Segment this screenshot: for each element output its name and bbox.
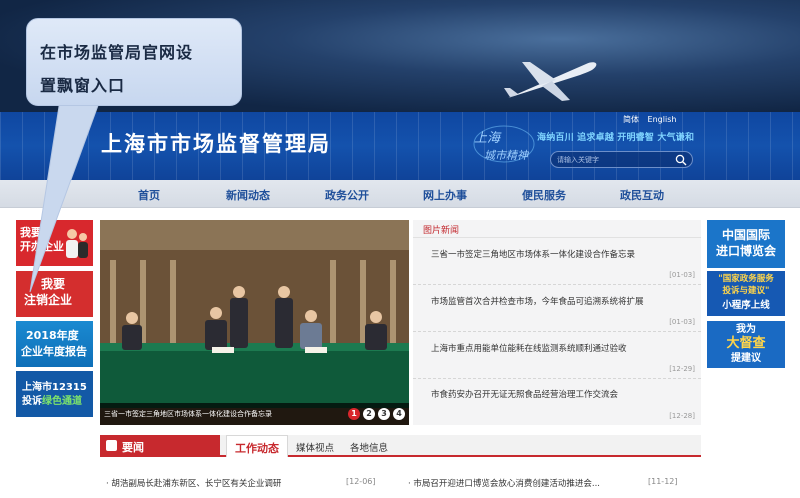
- ad-12315-complaint[interactable]: 上海市12315 投诉绿色通道: [16, 371, 93, 417]
- main-nav: 首页 新闻动态 政务公开 网上办事 便民服务 政民互动: [0, 180, 800, 208]
- news-link[interactable]: · 市局召开迎进口博览会放心消费创建活动推进会...: [408, 477, 600, 489]
- list-item[interactable]: 市食药安办召开无证无照食品经营治理工作交流会 [12-28]: [413, 379, 701, 425]
- ad-line: 企业年度报告: [21, 345, 87, 358]
- nav-home[interactable]: 首页: [138, 187, 160, 203]
- headline-section-tab[interactable]: 要闻: [100, 435, 220, 457]
- search-icon[interactable]: [675, 154, 687, 166]
- nav-news[interactable]: 新闻动态: [226, 187, 270, 203]
- list-item[interactable]: 上海市重点用能单位能耗在线监测系统顺利通过验收 [12-29]: [413, 333, 701, 379]
- ad-line: 开办企业: [20, 240, 64, 253]
- slide-caption-bar: 三省一市签定三角地区市场体系一体化建设合作备忘录 1 2 3 4: [100, 403, 409, 425]
- picture-news-title: 图片新闻: [423, 226, 460, 236]
- list-item[interactable]: 市场监管首次合并检查市场，今年食品可追溯系统将扩展 [01-03]: [413, 286, 701, 332]
- slide-dot-2[interactable]: 2: [363, 408, 375, 420]
- lang-english-link[interactable]: English: [648, 115, 677, 124]
- city-spirit-logo-icon: 上海 城市精神: [473, 125, 535, 163]
- news-date: [01-03]: [669, 318, 695, 326]
- ad-line: 注销企业: [24, 293, 73, 307]
- news-row-text: 市局召开迎进口博览会放心消费创建活动推进会...: [413, 479, 601, 489]
- ad-line: 大督查: [726, 336, 766, 351]
- language-switch: 简体 English: [623, 114, 682, 125]
- nav-interaction[interactable]: 政民互动: [620, 187, 664, 203]
- headline-section-label: 要闻: [122, 441, 144, 454]
- news-date: [12-28]: [669, 412, 695, 420]
- ad-close-business[interactable]: 我要 注销企业: [16, 271, 93, 317]
- annotation-line: 在市场监管局官网设: [40, 43, 194, 62]
- annotation-line: 置飘窗入口: [40, 76, 126, 95]
- news-tabs: 要闻 工作动态 媒体视点 各地信息: [100, 435, 701, 457]
- news-date: [12-06]: [346, 477, 376, 486]
- page: 上海市市场监督管理局 简体 English 上海 城市精神 海纳百川 追求卓越 …: [0, 0, 800, 498]
- search-input[interactable]: [557, 154, 672, 166]
- ad-line: 提建议: [731, 353, 761, 364]
- tab-local-info[interactable]: 各地信息: [350, 440, 388, 454]
- slide-dot-3[interactable]: 3: [378, 408, 390, 420]
- svg-text:城市精神: 城市精神: [484, 149, 530, 162]
- ad-line: 2018年度: [26, 329, 79, 342]
- site-title: 上海市市场监督管理局: [101, 132, 331, 156]
- picture-news-panel: 图片新闻 三省一市签定三角地区市场体系一体化建设合作备忘录 [01-03] 市场…: [413, 220, 701, 425]
- ad-supervision-suggestion[interactable]: 我为 大督查 提建议: [707, 321, 785, 368]
- ad-line: 我要: [41, 277, 66, 291]
- lang-simplified-link[interactable]: 简体: [623, 115, 639, 124]
- news-icon: [106, 440, 117, 451]
- news-date: [11-12]: [648, 477, 678, 486]
- svg-text:上海: 上海: [474, 131, 502, 146]
- ad-line: 投诉: [22, 396, 42, 407]
- picture-news-header: 图片新闻: [413, 220, 701, 238]
- news-row-text: 胡浩副局长赴浦东新区、长宁区有关企业调研: [111, 479, 282, 489]
- tab-media-view[interactable]: 媒体视点: [296, 440, 334, 454]
- ad-line: 投诉与建议": [722, 286, 770, 296]
- ad-line: 上海市12315: [22, 382, 87, 393]
- ad-line: 小程序上线: [722, 300, 770, 311]
- news-link[interactable]: 市场监管首次合并检查市场，今年食品可追溯系统将扩展: [431, 295, 644, 307]
- ad-gov-service-miniprogram[interactable]: "国家政务服务 投诉与建议" 小程序上线: [707, 271, 785, 316]
- photo-slideshow[interactable]: 三省一市签定三角地区市场体系一体化建设合作备忘录 1 2 3 4: [100, 220, 409, 425]
- ad-line: 我要: [20, 226, 42, 239]
- ad-import-expo[interactable]: 中国国际 进口博览会: [707, 220, 785, 268]
- city-spirit-slogan: 海纳百川 追求卓越 开明睿智 大气谦和: [537, 133, 695, 143]
- search-box: [550, 151, 693, 168]
- ad-line: "国家政务服务: [718, 274, 774, 284]
- news-date: [01-03]: [669, 271, 695, 279]
- slide-photo: [100, 220, 409, 425]
- airplane-icon: [504, 62, 597, 101]
- news-link[interactable]: 市食药安办召开无证无照食品经营治理工作交流会: [431, 388, 618, 400]
- ad-open-business[interactable]: 我要 开办企业: [16, 220, 93, 266]
- slide-dot-4[interactable]: 4: [393, 408, 405, 420]
- nav-public-services[interactable]: 便民服务: [522, 187, 566, 203]
- slide-caption: 三省一市签定三角地区市场体系一体化建设合作备忘录: [104, 410, 272, 418]
- slide-dot-1[interactable]: 1: [348, 408, 360, 420]
- ad-line: 进口博览会: [715, 244, 776, 258]
- ad-highlight: 绿色通道: [42, 396, 82, 407]
- annotation-text: 在市场监管局官网设 置飘窗入口: [40, 36, 193, 102]
- news-link[interactable]: · 胡浩副局长赴浦东新区、长宁区有关企业调研: [106, 477, 281, 489]
- ad-line: 我为: [736, 324, 756, 335]
- news-link[interactable]: 三省一市签定三角地区市场体系一体化建设合作备忘录: [431, 248, 635, 260]
- ad-line: 中国国际: [721, 228, 770, 242]
- ad-annual-report[interactable]: 2018年度 企业年度报告: [16, 321, 93, 367]
- news-link[interactable]: 上海市重点用能单位能耗在线监测系统顺利通过验收: [431, 342, 627, 354]
- nav-online-services[interactable]: 网上办事: [423, 187, 467, 203]
- news-date: [12-29]: [669, 365, 695, 373]
- nav-gov-info[interactable]: 政务公开: [325, 187, 369, 203]
- people-icon: [66, 229, 88, 258]
- list-item[interactable]: 三省一市签定三角地区市场体系一体化建设合作备忘录 [01-03]: [413, 239, 701, 285]
- tab-work-news[interactable]: 工作动态: [226, 435, 288, 457]
